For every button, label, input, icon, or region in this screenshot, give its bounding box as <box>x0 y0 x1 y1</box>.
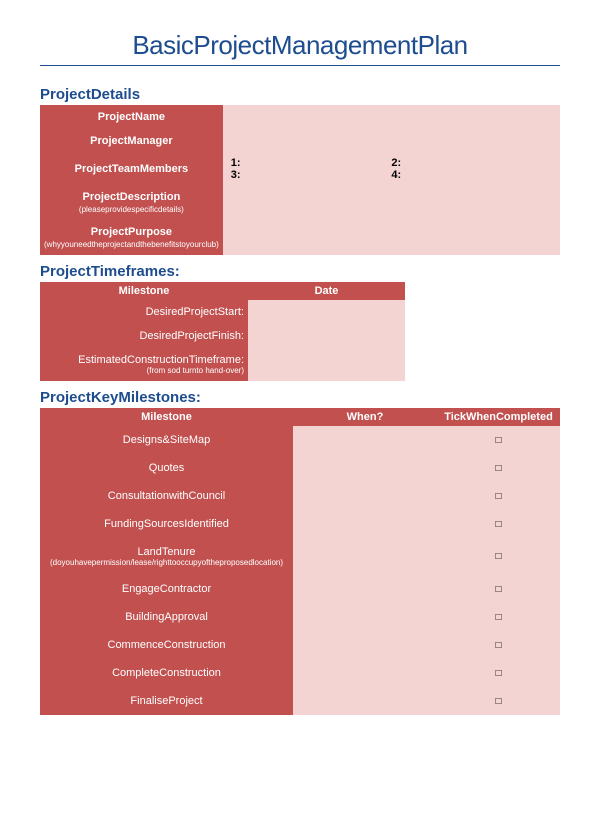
milestone-tick[interactable]: □ <box>437 603 560 631</box>
milestone-when[interactable] <box>293 482 437 510</box>
milestone-tick[interactable]: □ <box>437 426 560 454</box>
milestone-when[interactable] <box>293 687 437 715</box>
ms-header-when: When? <box>293 408 437 426</box>
milestone-tick[interactable]: □ <box>437 659 560 687</box>
timeframe-label: DesiredProjectStart: <box>40 300 248 324</box>
milestone-when[interactable] <box>293 510 437 538</box>
page-title: BasicProjectManagementPlan <box>40 30 560 66</box>
details-value[interactable] <box>223 185 560 220</box>
milestone-name: LandTenure(doyouhavepermission/lease/rig… <box>40 538 293 575</box>
milestone-when[interactable] <box>293 426 437 454</box>
milestone-tick[interactable]: □ <box>437 631 560 659</box>
milestone-when[interactable] <box>293 631 437 659</box>
milestone-tick[interactable]: □ <box>437 687 560 715</box>
tf-header-date: Date <box>248 282 405 300</box>
milestone-name: CommenceConstruction <box>40 631 293 659</box>
section-header-details: ProjectDetails <box>40 86 560 103</box>
milestone-tick[interactable]: □ <box>437 575 560 603</box>
milestone-name: ConsultationwithCouncil <box>40 482 293 510</box>
milestone-when[interactable] <box>293 538 437 575</box>
details-value[interactable] <box>223 105 560 129</box>
milestone-name: Designs&SiteMap <box>40 426 293 454</box>
milestone-name: CompleteConstruction <box>40 659 293 687</box>
milestone-when[interactable] <box>293 603 437 631</box>
details-label: ProjectTeamMembers <box>40 153 223 185</box>
section-header-milestones: ProjectKeyMilestones: <box>40 389 560 406</box>
milestone-name: Quotes <box>40 454 293 482</box>
section-header-timeframes: ProjectTimeframes: <box>40 263 560 280</box>
ms-header-milestone: Milestone <box>40 408 293 426</box>
details-label: ProjectDescription(pleaseprovidespecific… <box>40 185 223 220</box>
details-label: ProjectName <box>40 105 223 129</box>
ms-header-tick: TickWhenCompleted <box>437 408 560 426</box>
milestone-name: BuildingApproval <box>40 603 293 631</box>
timeframe-value[interactable] <box>248 348 405 381</box>
project-milestones-table: Milestone When? TickWhenCompleted Design… <box>40 408 560 715</box>
milestone-tick[interactable]: □ <box>437 482 560 510</box>
milestone-name: FundingSourcesIdentified <box>40 510 293 538</box>
timeframe-label: EstimatedConstructionTimeframe:(from sod… <box>40 348 248 381</box>
timeframe-value[interactable] <box>248 300 405 324</box>
milestone-tick[interactable]: □ <box>437 454 560 482</box>
details-value[interactable] <box>223 220 560 255</box>
timeframe-value[interactable] <box>248 324 405 348</box>
project-timeframes-table: Milestone Date DesiredProjectStart:Desir… <box>40 282 405 381</box>
milestone-tick[interactable]: □ <box>437 538 560 575</box>
milestone-when[interactable] <box>293 659 437 687</box>
details-value[interactable]: 1:2:3:4: <box>223 153 560 185</box>
milestone-name: EngageContractor <box>40 575 293 603</box>
tf-header-milestone: Milestone <box>40 282 248 300</box>
details-label: ProjectPurpose(whyyouneedtheprojectandth… <box>40 220 223 255</box>
milestone-tick[interactable]: □ <box>437 510 560 538</box>
timeframe-label: DesiredProjectFinish: <box>40 324 248 348</box>
project-details-table: ProjectNameProjectManagerProjectTeamMemb… <box>40 105 560 255</box>
milestone-name: FinaliseProject <box>40 687 293 715</box>
details-value[interactable] <box>223 129 560 153</box>
milestone-when[interactable] <box>293 575 437 603</box>
details-label: ProjectManager <box>40 129 223 153</box>
milestone-when[interactable] <box>293 454 437 482</box>
